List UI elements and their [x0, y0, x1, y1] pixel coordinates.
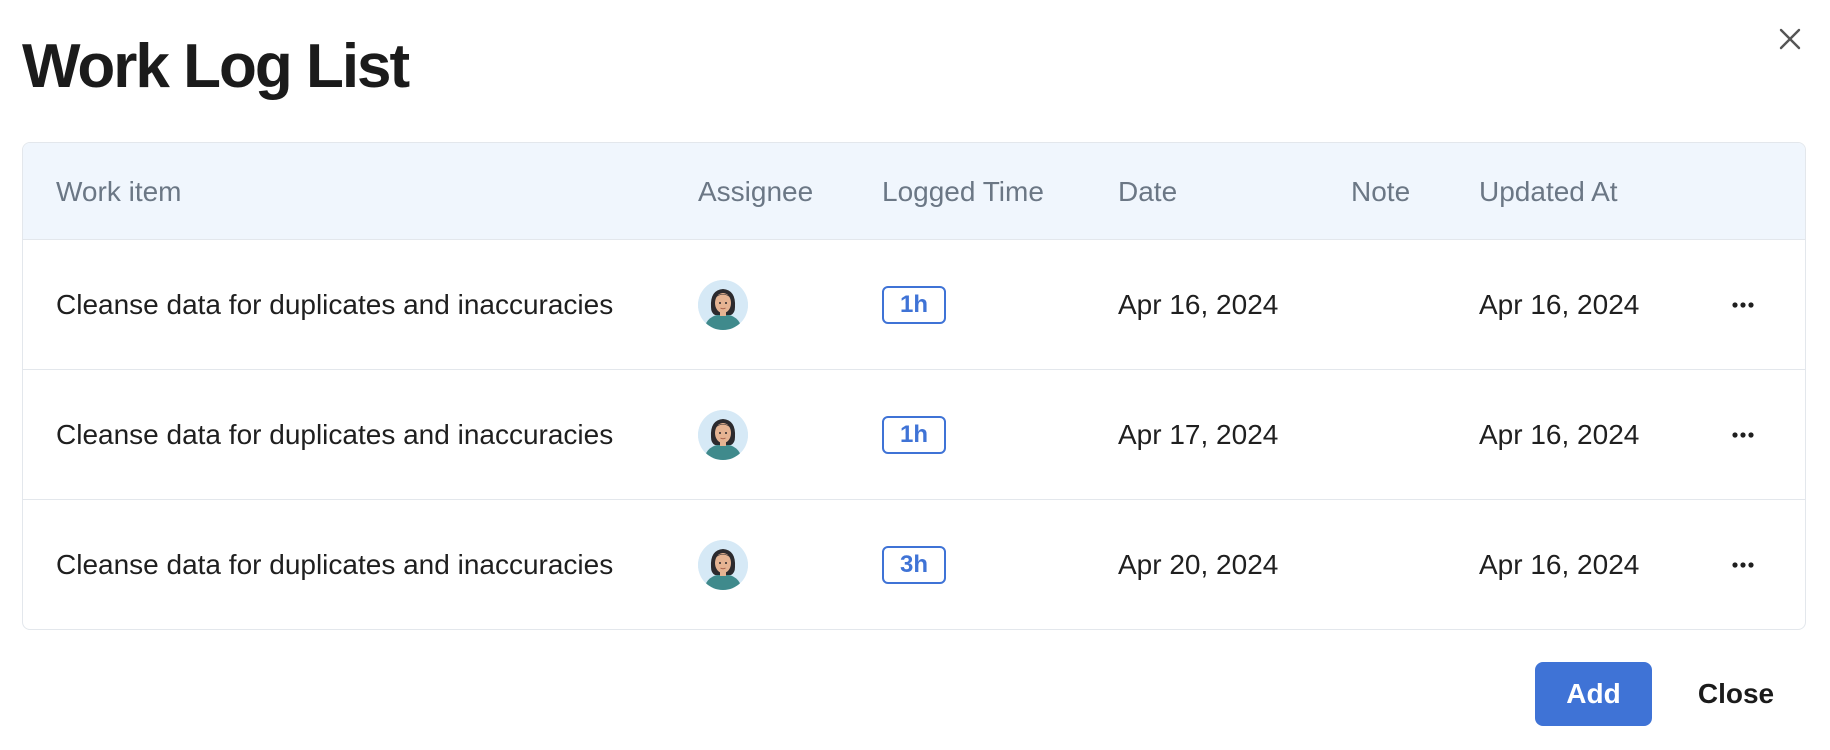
work-item-cell[interactable]: Cleanse data for duplicates and inaccura…: [56, 500, 613, 629]
date-cell: Apr 16, 2024: [1118, 289, 1279, 320]
date-cell: Apr 17, 2024: [1118, 419, 1279, 450]
logged-time-badge: 1h: [882, 416, 947, 454]
column-header-updated-at[interactable]: Updated At: [1479, 143, 1618, 240]
column-header-note[interactable]: Note: [1351, 143, 1410, 240]
table-row[interactable]: Cleanse data for duplicates and inaccura…: [23, 500, 1805, 629]
assignee-avatar[interactable]: [698, 410, 748, 460]
column-header-assignee[interactable]: Assignee: [698, 143, 813, 240]
work-item-cell[interactable]: Cleanse data for duplicates and inaccura…: [56, 240, 613, 370]
assignee-avatar[interactable]: [698, 540, 748, 590]
more-horizontal-icon[interactable]: [1723, 550, 1763, 580]
work-log-dialog: Work Log List Work item Assignee Logged …: [0, 0, 1830, 750]
work-item-cell[interactable]: Cleanse data for duplicates and inaccura…: [56, 370, 613, 500]
column-header-work-item[interactable]: Work item: [56, 143, 182, 240]
close-icon[interactable]: [1775, 24, 1805, 54]
more-horizontal-icon[interactable]: [1723, 420, 1763, 450]
column-header-date[interactable]: Date: [1118, 143, 1177, 240]
updated-at-cell: Apr 16, 2024: [1479, 419, 1640, 450]
table-row[interactable]: Cleanse data for duplicates and inaccura…: [23, 240, 1805, 370]
table-row[interactable]: Cleanse data for duplicates and inaccura…: [23, 370, 1805, 500]
dialog-title: Work Log List: [22, 32, 410, 101]
add-button[interactable]: Add: [1535, 662, 1652, 726]
close-button[interactable]: Close: [1681, 662, 1791, 726]
more-horizontal-icon[interactable]: [1723, 290, 1763, 320]
table-header: Work item Assignee Logged Time Date Note…: [23, 143, 1805, 240]
updated-at-cell: Apr 16, 2024: [1479, 289, 1640, 320]
column-header-logged-time[interactable]: Logged Time: [882, 143, 1044, 240]
date-cell: Apr 20, 2024: [1118, 549, 1279, 580]
logged-time-badge: 1h: [882, 286, 947, 324]
work-log-table: Work item Assignee Logged Time Date Note…: [22, 142, 1806, 630]
assignee-avatar[interactable]: [698, 280, 748, 330]
updated-at-cell: Apr 16, 2024: [1479, 549, 1640, 580]
logged-time-badge: 3h: [882, 546, 947, 584]
